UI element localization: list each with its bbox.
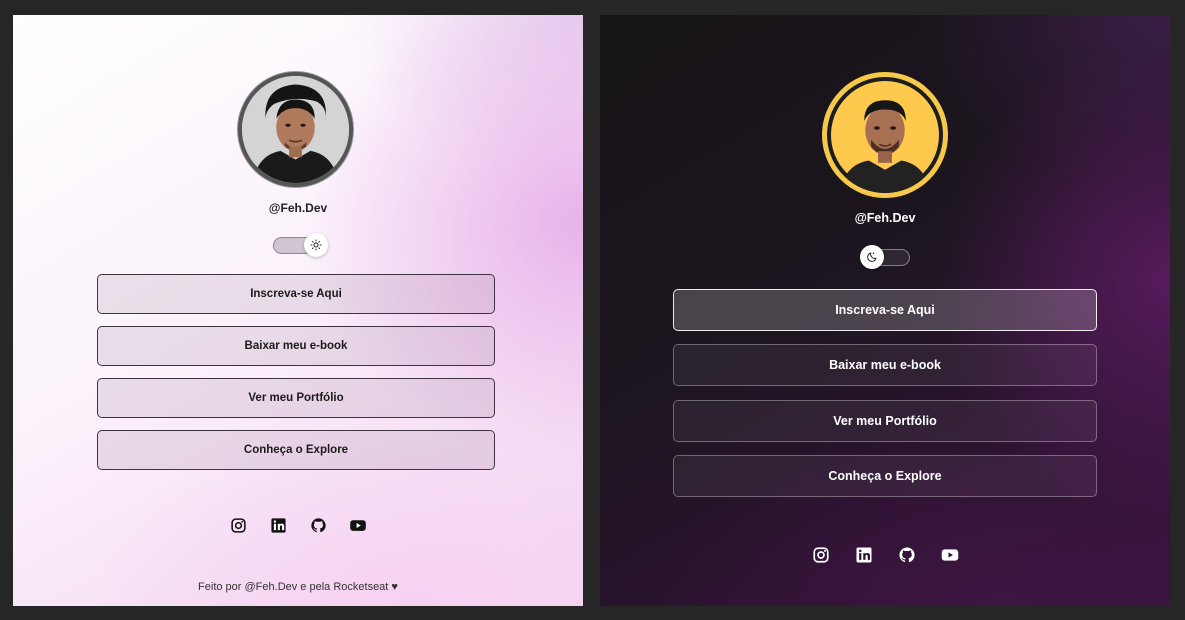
github-icon[interactable] <box>898 546 916 564</box>
moon-icon <box>867 252 877 262</box>
theme-toggle-knob[interactable] <box>304 233 328 257</box>
linkedin-icon[interactable] <box>855 546 873 564</box>
theme-toggle-knob[interactable] <box>860 245 884 269</box>
dark-theme-preview: @Feh.Dev Inscreva-se Aqui Baixar meu e-b… <box>600 15 1170 606</box>
youtube-icon[interactable] <box>349 516 367 534</box>
subscribe-button[interactable]: Inscreva-se Aqui <box>97 274 495 314</box>
explore-button[interactable]: Conheça o Explore <box>673 455 1097 497</box>
profile-photo <box>242 76 349 183</box>
profile-avatar <box>822 72 948 198</box>
github-icon[interactable] <box>309 516 327 534</box>
explore-button[interactable]: Conheça o Explore <box>97 430 495 470</box>
theme-toggle[interactable] <box>273 233 328 257</box>
download-ebook-button[interactable]: Baixar meu e-book <box>673 344 1097 386</box>
youtube-icon[interactable] <box>941 546 959 564</box>
theme-toggle[interactable] <box>860 245 910 269</box>
profile-photo <box>831 81 939 193</box>
light-theme-preview: @Feh.Dev Inscreva-se Aqui Baixar meu e-b… <box>13 15 583 606</box>
social-links <box>13 516 583 534</box>
download-ebook-button[interactable]: Baixar meu e-book <box>97 326 495 366</box>
profile-handle: @Feh.Dev <box>268 201 328 215</box>
sun-icon <box>310 239 322 251</box>
portfolio-button[interactable]: Ver meu Portfólio <box>97 378 495 418</box>
social-links <box>600 546 1170 564</box>
linkedin-icon[interactable] <box>269 516 287 534</box>
profile-handle: @Feh.Dev <box>854 211 916 225</box>
profile-avatar <box>238 72 353 187</box>
subscribe-button[interactable]: Inscreva-se Aqui <box>673 289 1097 331</box>
portfolio-button[interactable]: Ver meu Portfólio <box>673 400 1097 442</box>
instagram-icon[interactable] <box>229 516 247 534</box>
instagram-icon[interactable] <box>812 546 830 564</box>
footer-credit: Feito por @Feh.Dev e pela Rocketseat ♥ <box>198 581 398 593</box>
